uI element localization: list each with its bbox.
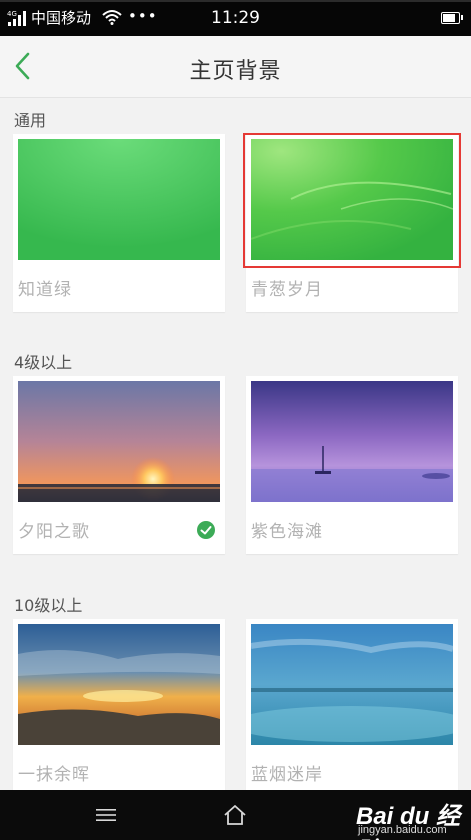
background-thumbnail <box>251 381 453 502</box>
background-card-blue-mist-shore[interactable]: 蓝烟迷岸 <box>246 619 458 790</box>
page-title: 主页背景 <box>189 59 282 84</box>
background-name: 蓝烟迷岸 <box>251 765 323 785</box>
background-name: 夕阳之歌 <box>18 522 90 542</box>
check-icon <box>197 521 215 539</box>
background-card-qingcong-suiyue[interactable]: 青葱岁月 <box>243 133 461 312</box>
section-title-level-10: 10级以上 <box>14 596 83 615</box>
background-card-afterglow[interactable]: 一抹余晖 <box>13 619 225 790</box>
watermark-url: jingyan.baidu.com <box>358 824 447 836</box>
home-icon[interactable] <box>223 803 247 827</box>
app-header: 主页背景 <box>0 36 471 98</box>
background-thumbnail <box>251 624 453 745</box>
background-name: 知道绿 <box>18 280 72 300</box>
battery-icon <box>441 12 463 24</box>
status-bar-divider <box>0 0 471 2</box>
background-thumbnail <box>18 624 220 745</box>
background-card-purple-beach[interactable]: 紫色海滩 <box>246 376 458 554</box>
baidu-jingyan-watermark: Bai du 经验 jingyan.baidu.com <box>356 790 471 840</box>
status-bar: 4G 中国移动 ••• 11:29 <box>0 0 471 36</box>
menu-icon[interactable] <box>96 807 116 823</box>
background-name: 紫色海滩 <box>251 522 323 542</box>
background-thumbnail <box>18 139 220 260</box>
section-title-level-4: 4级以上 <box>14 353 73 372</box>
background-thumbnail <box>251 139 453 260</box>
background-card-sunset-song[interactable]: 夕阳之歌 <box>13 376 225 554</box>
section-title-general: 通用 <box>14 111 47 130</box>
background-card-zhidao-green[interactable]: 知道绿 <box>13 134 225 312</box>
background-name: 青葱岁月 <box>251 280 323 300</box>
background-name: 一抹余晖 <box>18 765 90 785</box>
clock: 11:29 <box>211 8 260 28</box>
background-thumbnail <box>18 381 220 502</box>
